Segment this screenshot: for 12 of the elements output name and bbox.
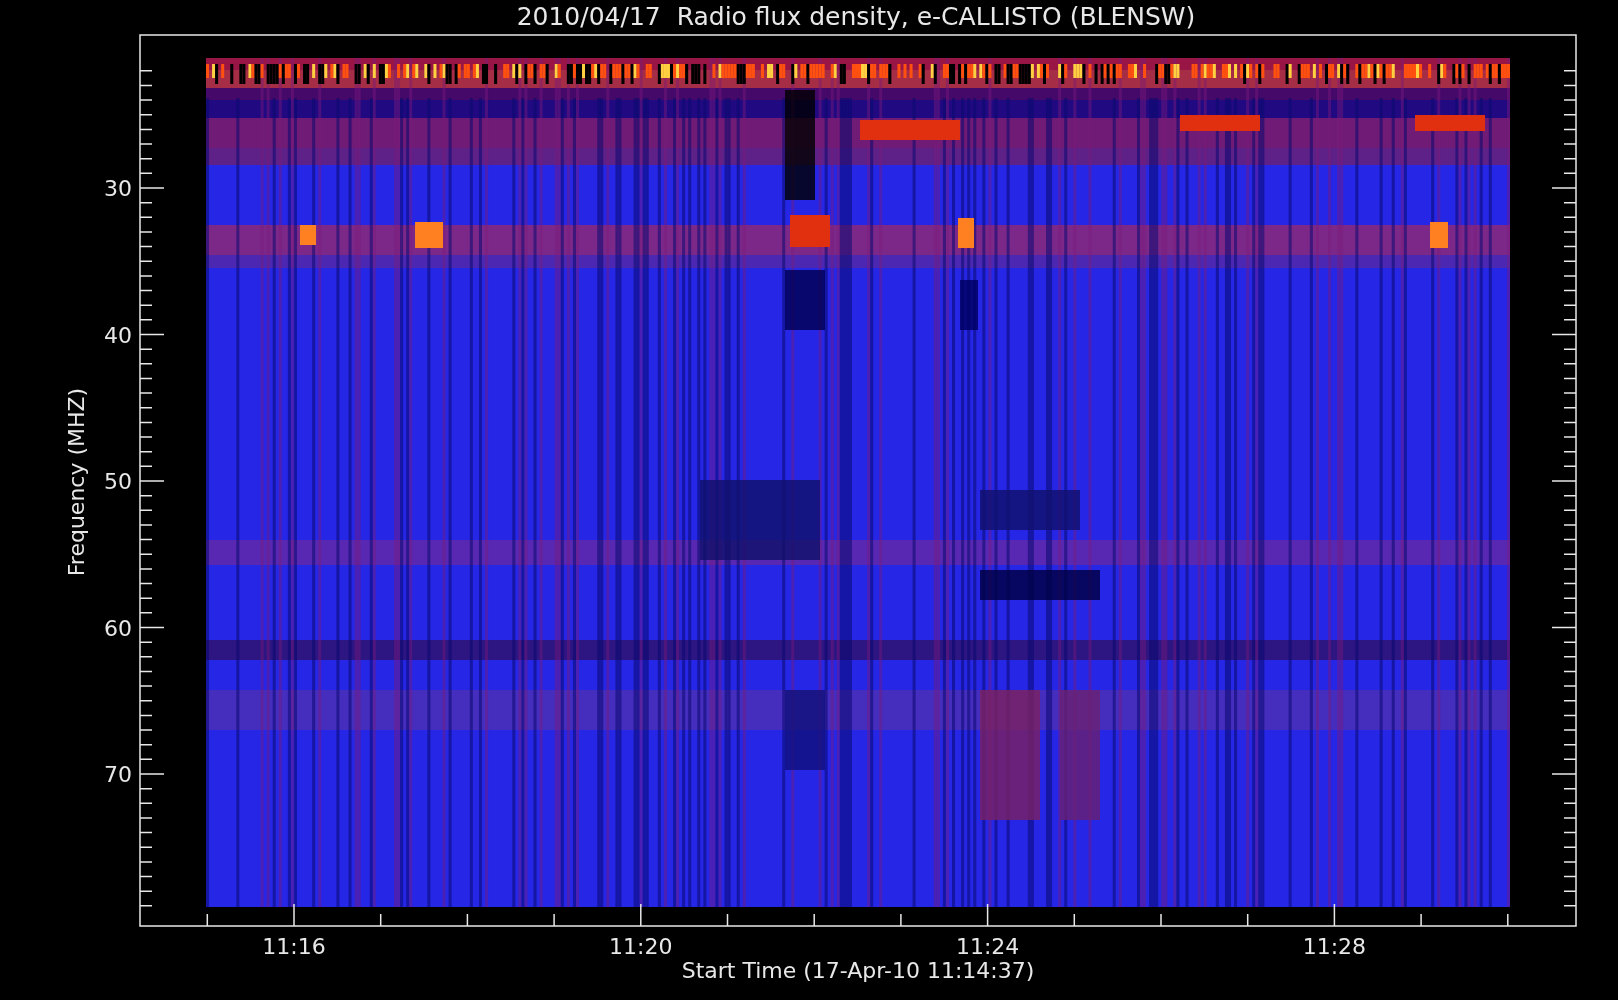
x-axis-label: Start Time (17-Apr-10 11:14:37) <box>681 958 1035 983</box>
x-tick-label: 11:16 <box>262 934 326 959</box>
x-tick-label: 11:24 <box>955 934 1020 959</box>
y-tick-label: 30 <box>104 176 132 201</box>
x-tick-label: 11:28 <box>1302 934 1367 959</box>
y-axis-label: Frequency (MHZ) <box>64 387 89 577</box>
y-tick-label: 70 <box>104 762 132 787</box>
y-tick-label: 50 <box>104 469 132 494</box>
x-tick-label: 11:20 <box>609 934 673 959</box>
y-tick-label: 60 <box>104 615 132 641</box>
chart-title: 2010/04/17 Radio flux density, e-CALLISTO (BLENSW) <box>516 2 1196 31</box>
y-tick-label: 40 <box>104 322 132 348</box>
